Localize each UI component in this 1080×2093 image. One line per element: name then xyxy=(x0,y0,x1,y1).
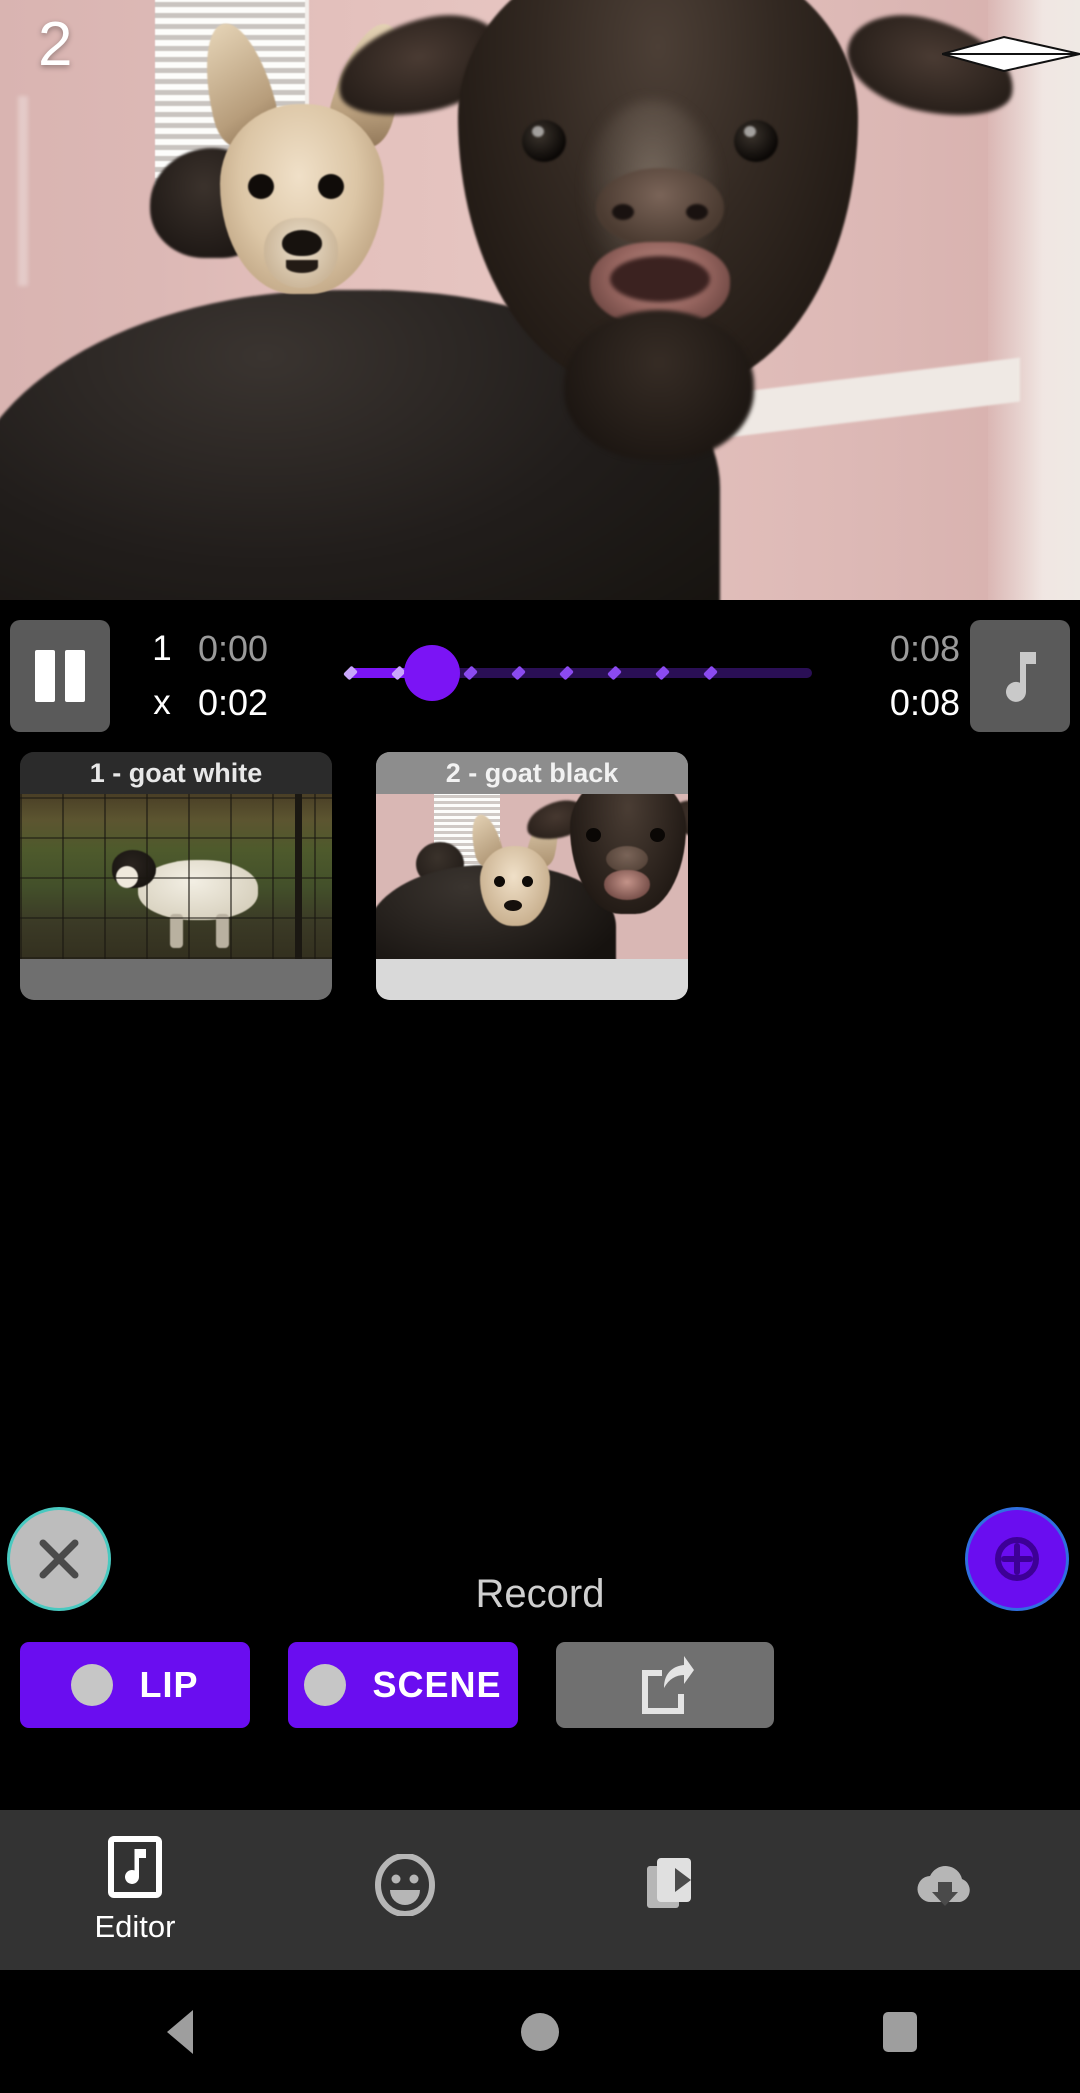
smiley-face-icon xyxy=(374,1853,436,1917)
transport-bar: 1 x 0:00 0:02 0:08 0:08 xyxy=(0,600,1080,752)
scene-card-label: 1 - goat white xyxy=(20,752,332,794)
speed-unit: x xyxy=(153,683,171,722)
thumb-goat-nose xyxy=(606,846,648,872)
goat-eye-highlight-left xyxy=(532,126,544,137)
editor-music-note-icon xyxy=(108,1835,162,1899)
scene-list[interactable]: 1 - goat white 2 - goat black xyxy=(0,752,1080,1072)
time-total-top: 0:08 xyxy=(889,628,960,669)
goat-eye-right xyxy=(734,120,778,162)
record-lip-label: LIP xyxy=(139,1664,199,1705)
dog-eye-left xyxy=(248,174,274,199)
bottom-tab-bar: Editor xyxy=(0,1810,1080,1970)
scene-thumbnail-1 xyxy=(20,794,332,959)
scene-thumbnail-2 xyxy=(376,794,688,959)
play-pause-button[interactable] xyxy=(10,620,110,732)
nav-back-button[interactable] xyxy=(0,1970,360,2093)
record-scene-label: SCENE xyxy=(372,1664,502,1705)
dog-eye-right xyxy=(318,174,344,199)
goat-nostril-left xyxy=(612,204,634,220)
audio-track-button[interactable] xyxy=(970,620,1070,732)
thumb-dog-eye-right xyxy=(522,876,533,887)
goat-nostril-right xyxy=(686,204,708,220)
time-start: 0:00 xyxy=(198,628,269,669)
video-preview[interactable]: 2 xyxy=(0,0,1080,600)
tab-editor-label: Editor xyxy=(94,1909,176,1944)
dog-mouth xyxy=(286,260,318,273)
home-circle-icon xyxy=(521,2012,559,2051)
scene-card-1[interactable]: 1 - goat white xyxy=(20,752,332,1000)
time-right-group: 0:08 0:08 xyxy=(836,622,960,730)
record-panel: Record LIP SCENE xyxy=(0,1072,1080,1810)
scene-card-label: 2 - goat black xyxy=(376,752,688,794)
record-dot-icon xyxy=(304,1664,347,1706)
nav-recents-button[interactable] xyxy=(720,1970,1080,2093)
playback-speed[interactable]: 1 x xyxy=(132,622,192,730)
back-triangle-icon xyxy=(167,2009,193,2054)
goat-chin xyxy=(564,310,754,460)
time-left-group: 0:00 0:02 xyxy=(198,622,310,730)
video-frame xyxy=(0,0,1080,600)
record-scene-button[interactable]: SCENE xyxy=(288,1642,518,1728)
pause-icon xyxy=(35,650,85,702)
record-lip-button[interactable]: LIP xyxy=(20,1642,250,1728)
black-goat-subject xyxy=(328,0,1024,490)
scene-card-footer[interactable] xyxy=(20,959,332,1000)
tab-editor[interactable]: Editor xyxy=(0,1810,270,1970)
goat-eye-left xyxy=(522,120,566,162)
goat-eye-highlight-right xyxy=(744,126,756,137)
cloud-download-icon xyxy=(913,1853,977,1917)
record-dot-icon xyxy=(71,1664,114,1706)
thumb-goat-eye-left xyxy=(586,828,601,842)
wall-edge xyxy=(18,96,28,286)
tab-stickers[interactable] xyxy=(270,1810,540,1970)
share-export-button[interactable] xyxy=(556,1642,774,1728)
video-play-card-icon xyxy=(645,1853,705,1917)
speed-value: 1 xyxy=(152,629,172,668)
time-total-bottom: 0:08 xyxy=(889,682,960,723)
thumb-dog-eye-left xyxy=(494,876,505,887)
nav-home-button[interactable] xyxy=(360,1970,720,2093)
thumb-goat-eye-right xyxy=(650,828,665,842)
recents-square-icon xyxy=(883,2011,917,2052)
dog-nose xyxy=(282,230,322,256)
seek-slider-thumb[interactable] xyxy=(404,645,460,701)
goat-black-thumb xyxy=(376,794,688,959)
thumb-black-goat xyxy=(522,794,688,938)
android-navigation-bar xyxy=(0,1970,1080,2093)
record-title: Record xyxy=(475,1572,605,1616)
record-button-row: LIP SCENE xyxy=(0,1642,1080,1728)
diamond-marker-icon[interactable] xyxy=(938,34,1080,74)
time-current: 0:02 xyxy=(198,682,269,723)
scene-card-2[interactable]: 2 - goat black xyxy=(376,752,688,1000)
tab-downloads[interactable] xyxy=(810,1810,1080,1970)
thumb-wire-fence xyxy=(20,794,332,959)
goat-white-thumb xyxy=(20,794,332,959)
thumb-dog-head xyxy=(480,846,550,926)
tab-videos[interactable] xyxy=(540,1810,810,1970)
thumb-fence-post xyxy=(295,794,302,959)
share-export-icon xyxy=(642,1656,694,1714)
thumb-goat-mouth xyxy=(604,870,650,900)
scene-number-overlay: 2 xyxy=(38,10,73,79)
scene-card-footer[interactable] xyxy=(376,959,688,1000)
music-note-icon xyxy=(1006,652,1036,702)
goat-mouth-interior xyxy=(610,256,710,302)
thumb-dog-nose xyxy=(504,900,522,911)
seek-slider[interactable] xyxy=(334,620,820,732)
